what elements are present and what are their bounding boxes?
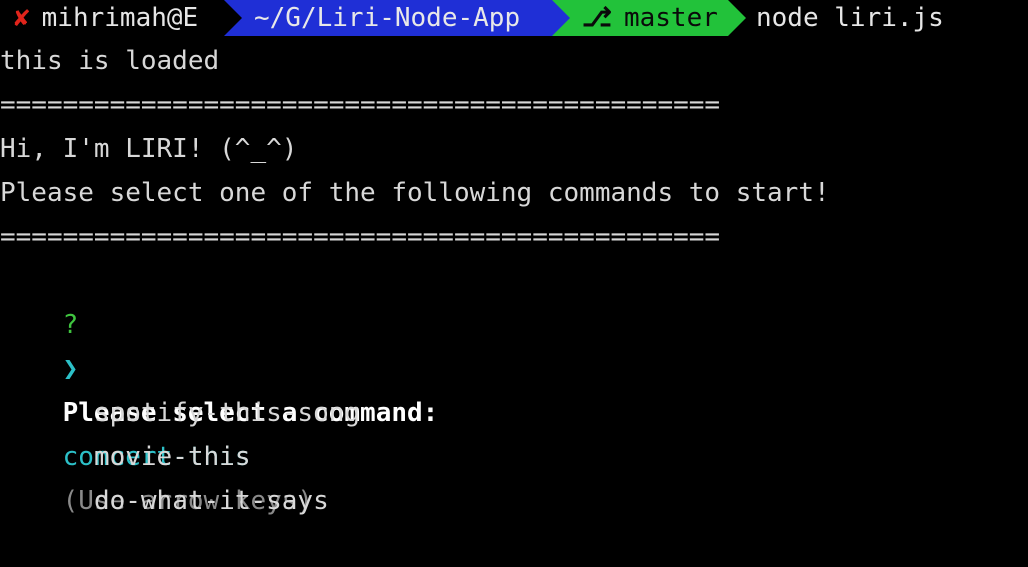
greeting-text: Hi, I'm LIRI! (^_^) xyxy=(0,134,298,164)
separator-top: ========================================… xyxy=(0,90,721,120)
instruction-text: Please select one of the following comma… xyxy=(0,178,830,208)
menu-option-selected[interactable]: ❯ concert-this xyxy=(0,303,251,472)
menu-option[interactable]: spotify-this-song xyxy=(0,347,360,428)
command-question: ? Please select a command: (Use arrow ke… xyxy=(0,259,439,516)
git-branch-icon: ⎇ xyxy=(582,3,612,33)
prompt-branch: master xyxy=(623,3,718,33)
menu-option-do-what-it-says[interactable]: do-what-it-says xyxy=(94,486,329,516)
error-status-icon: ✘ xyxy=(14,3,30,33)
prompt-user-host: mihrimah@E xyxy=(41,3,199,33)
prompt-user-segment: ✘ mihrimah@E xyxy=(0,0,242,36)
menu-option[interactable]: movie-this xyxy=(0,391,251,472)
prompt-directory: ~/G/Liri-Node-App xyxy=(254,3,521,33)
segment-arrow xyxy=(224,0,242,36)
separator-bottom: ========================================… xyxy=(0,222,721,252)
prompt-directory-segment: ~/G/Liri-Node-App xyxy=(224,0,570,36)
prompt-git-segment: ⎇ master xyxy=(552,0,746,36)
output-loaded: this is loaded xyxy=(0,46,220,76)
terminal-window: ✘ mihrimah@E ~/G/Liri-Node-App ⎇ master … xyxy=(0,0,1028,516)
segment-arrow xyxy=(728,0,746,36)
shell-prompt: ✘ mihrimah@E ~/G/Liri-Node-App ⎇ master … xyxy=(0,0,944,36)
menu-option[interactable]: do-what-it-says xyxy=(0,435,329,516)
segment-arrow xyxy=(552,0,570,36)
prompt-command: node liri.js xyxy=(756,3,944,33)
